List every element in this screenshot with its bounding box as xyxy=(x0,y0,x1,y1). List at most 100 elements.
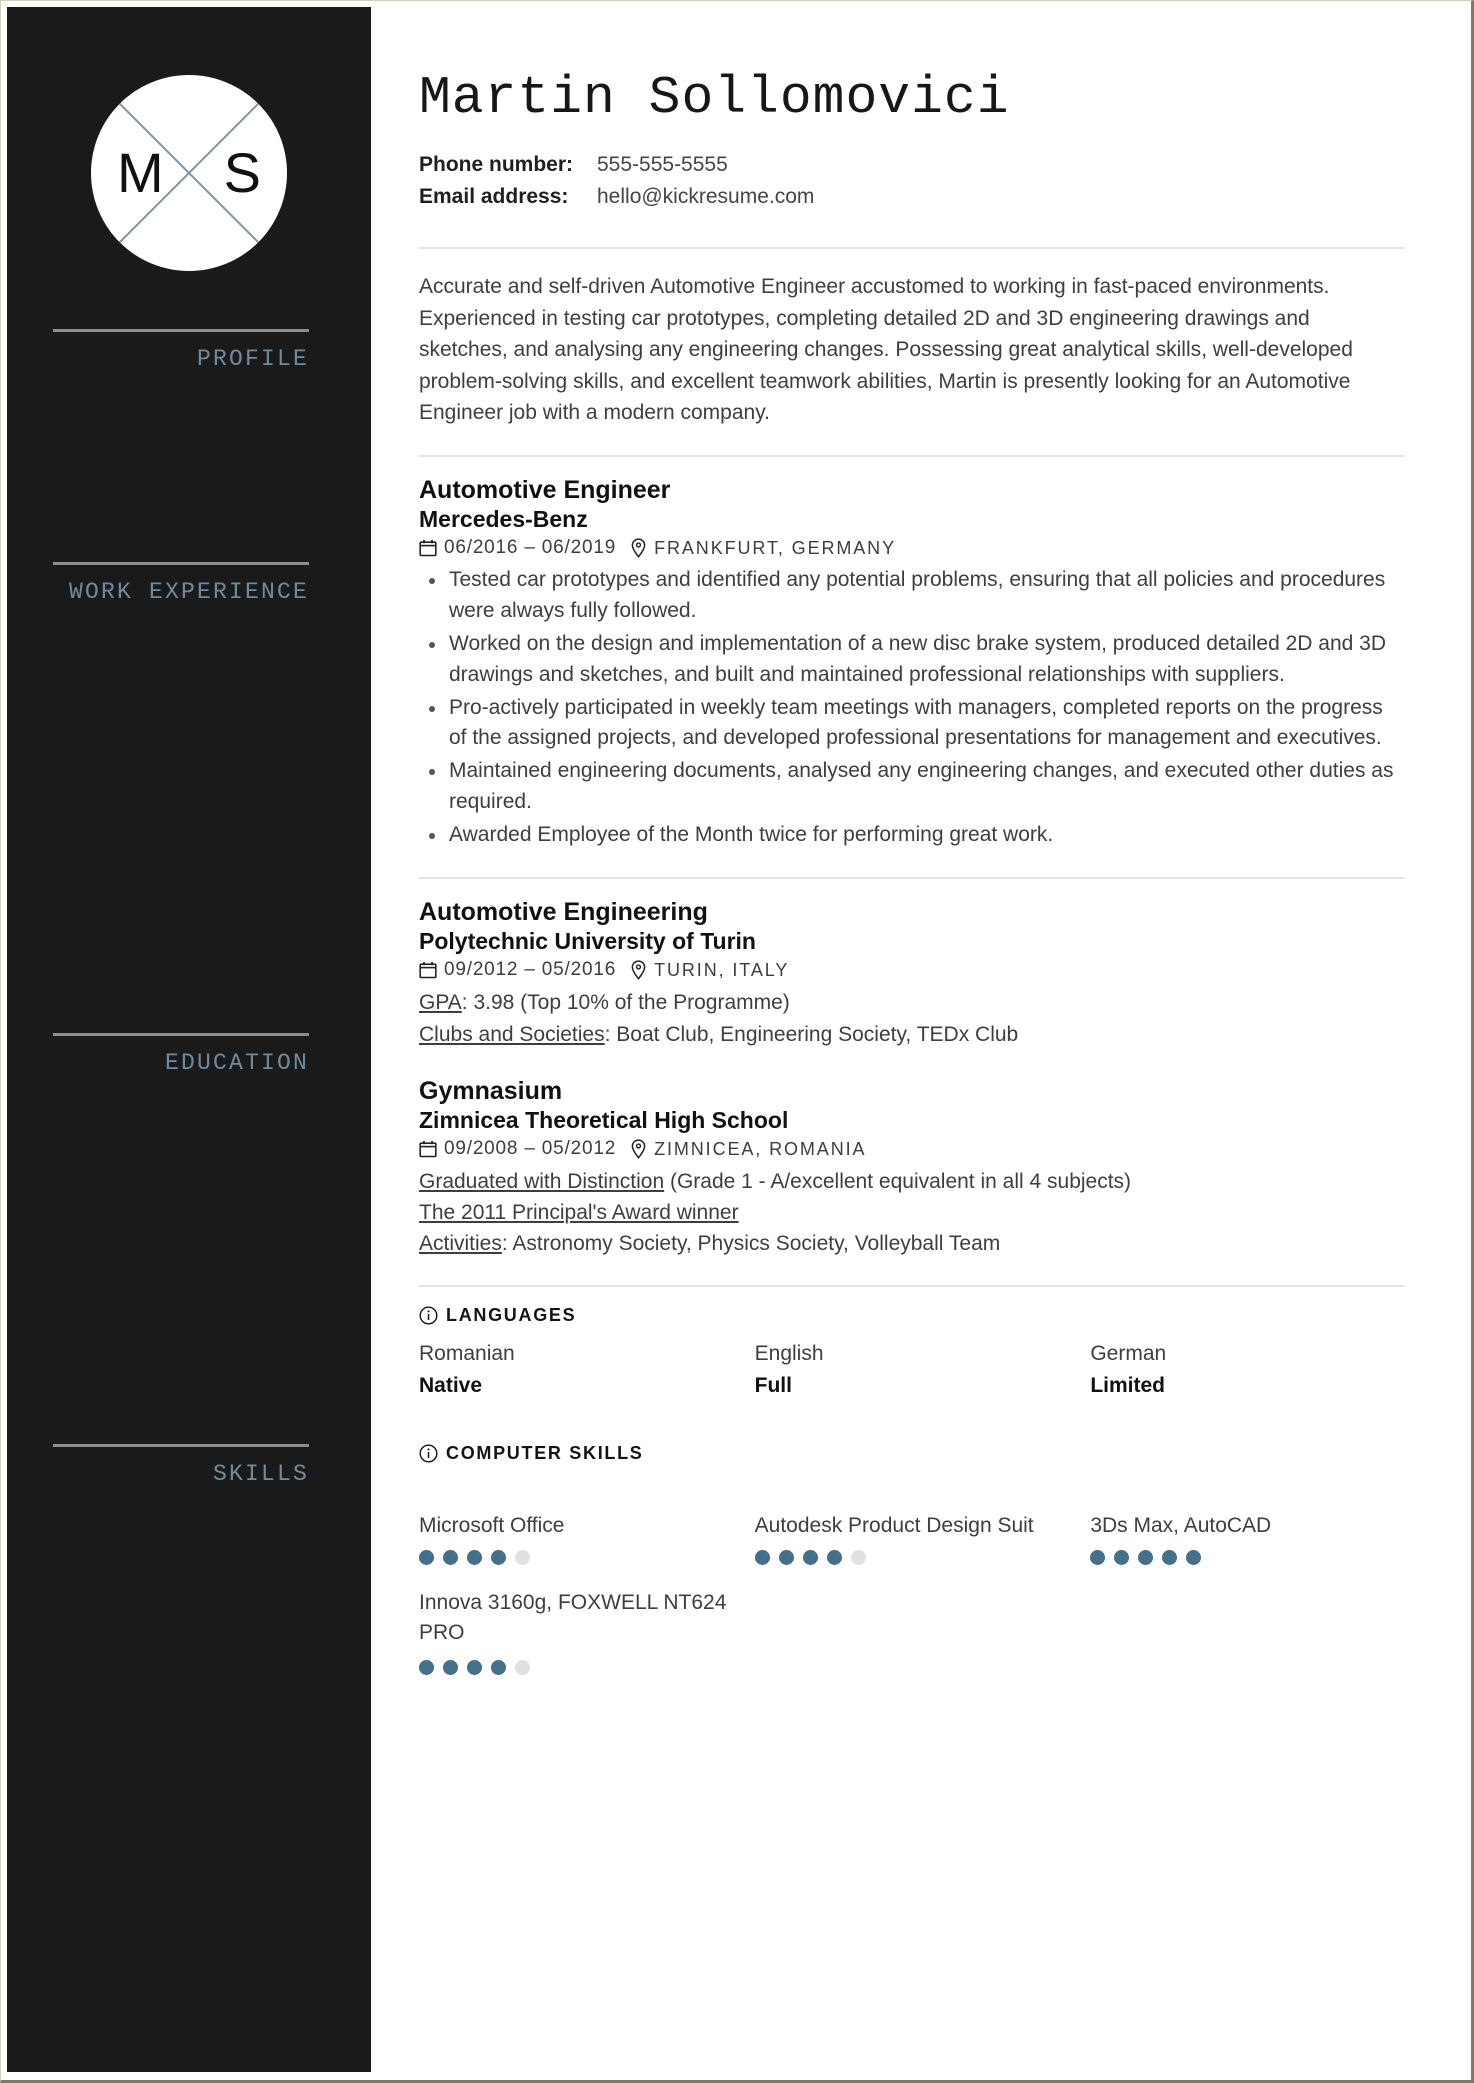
education-meta: 09/2012 – 05/2016 TURIN, ITALY xyxy=(419,959,1404,981)
list-item: Tested car prototypes and identified any… xyxy=(419,565,1404,627)
skill-item: 3Ds Max, AutoCAD xyxy=(1090,1478,1404,1566)
list-item: Awarded Employee of the Month twice for … xyxy=(419,820,1404,851)
education-entry: Automotive Engineering Polytechnic Unive… xyxy=(419,897,1404,1050)
rating-dot xyxy=(515,1549,530,1565)
rating-dot xyxy=(826,1549,842,1565)
sidebar-divider xyxy=(53,1444,309,1447)
degree-title: Automotive Engineering xyxy=(419,897,708,926)
sidebar: M S PROFILE WORK EXPERIENCE EDUCATION SK… xyxy=(7,7,371,2072)
education-detail-label: Graduated with Distinction xyxy=(419,1170,665,1194)
rating-dot xyxy=(467,1549,482,1565)
sidebar-section-work-experience: WORK EXPERIENCE xyxy=(53,562,309,605)
monogram-logo: M S xyxy=(91,75,287,271)
rating-dot xyxy=(850,1549,866,1565)
languages-heading-label: LANGUAGES xyxy=(446,1305,577,1326)
sidebar-section-skills: SKILLS xyxy=(53,1444,309,1487)
section-divider-work xyxy=(419,454,1404,457)
language-item: Romanian Native xyxy=(419,1338,733,1401)
contact-phone: Phone number: 555-555-5555 xyxy=(419,149,1404,181)
contact-phone-value: 555-555-5555 xyxy=(597,153,728,177)
education-detail: The 2011 Principal's Award winner xyxy=(419,1197,1404,1228)
languages-grid: Romanian Native English Full German Limi… xyxy=(419,1338,1404,1401)
education-detail-text: (Grade 1 - A/excellent equivalent in all… xyxy=(669,1170,1132,1194)
monogram-circle: M S xyxy=(91,75,287,271)
rating-dot xyxy=(419,1659,434,1675)
section-divider-profile xyxy=(419,247,1404,250)
rating-dot xyxy=(443,1549,458,1565)
education-location: TURIN, ITALY xyxy=(654,959,790,980)
sidebar-label-profile: PROFILE xyxy=(196,346,309,372)
skill-name: 3Ds Max, AutoCAD xyxy=(1090,1513,1272,1537)
education-meta: 09/2008 – 05/2012 ZIMNICEA, ROMANIA xyxy=(419,1138,1404,1160)
skill-rating xyxy=(754,1548,1069,1566)
monogram-initial-last: S xyxy=(223,141,261,204)
rating-dot xyxy=(1114,1549,1130,1565)
rating-dot xyxy=(467,1659,482,1675)
calendar-icon xyxy=(419,961,437,979)
languages-heading: LANGUAGES xyxy=(419,1305,1404,1326)
language-name: English xyxy=(754,1342,824,1366)
language-name: Romanian xyxy=(419,1342,515,1366)
work-experience-entry: Automotive Engineer Mercedes-Benz 06/201… xyxy=(419,475,1404,851)
page-title: Martin Sollomovici xyxy=(419,68,1010,128)
rating-dot xyxy=(1090,1549,1106,1565)
sidebar-label-education: EDUCATION xyxy=(164,1050,309,1076)
rating-dot xyxy=(1138,1549,1154,1565)
computer-skills-grid-row2: Innova 3160g, FOXWELL NT624 PRO xyxy=(419,1588,1404,1676)
education-detail: GPA: 3.98 (Top 10% of the Programme) xyxy=(419,987,1404,1018)
sidebar-divider xyxy=(53,329,309,332)
calendar-icon xyxy=(419,1140,437,1158)
list-item: Maintained engineering documents, analys… xyxy=(419,756,1404,818)
school-name: Polytechnic University of Turin xyxy=(419,928,756,955)
skill-name: Microsoft Office xyxy=(419,1513,565,1537)
job-responsibilities: Tested car prototypes and identified any… xyxy=(419,565,1404,851)
rating-dot xyxy=(491,1549,506,1565)
education-dates: 09/2008 – 05/2012 xyxy=(444,1138,617,1160)
sidebar-section-education: EDUCATION xyxy=(53,1033,309,1076)
sidebar-label-skills: SKILLS xyxy=(212,1461,309,1487)
computer-skills-heading: COMPUTER SKILLS xyxy=(419,1443,1404,1464)
rating-dot xyxy=(1162,1549,1178,1565)
resume-sheet: M S PROFILE WORK EXPERIENCE EDUCATION SK… xyxy=(7,7,1462,2072)
rating-dot xyxy=(443,1659,458,1675)
skill-name: Autodesk Product Design Suit xyxy=(754,1513,1034,1537)
contact-email-value: hello@kickresume.com xyxy=(597,185,815,209)
rating-dot xyxy=(1186,1549,1202,1565)
skill-item: Autodesk Product Design Suit xyxy=(754,1478,1069,1566)
section-divider-skills xyxy=(419,1285,1404,1288)
skill-rating xyxy=(419,1548,733,1566)
rating-dot xyxy=(515,1659,530,1675)
skill-name: Innova 3160g, FOXWELL NT624 PRO xyxy=(419,1591,727,1645)
degree-title: Gymnasium xyxy=(419,1076,563,1105)
job-dates: 06/2016 – 06/2019 xyxy=(444,537,617,559)
list-item: Pro-actively participated in weekly team… xyxy=(419,693,1404,755)
education-location: ZIMNICEA, ROMANIA xyxy=(654,1138,867,1159)
location-pin-icon xyxy=(630,538,647,559)
language-item: English Full xyxy=(755,1338,1069,1401)
education-detail-label: The 2011 Principal's Award winner xyxy=(419,1201,739,1225)
education-detail-label: Activities xyxy=(419,1232,502,1256)
language-item: German Limited xyxy=(1090,1338,1404,1401)
sidebar-label-work-experience: WORK EXPERIENCE xyxy=(68,579,309,605)
skill-rating xyxy=(419,1658,733,1676)
computer-skills-grid: Microsoft Office Autodesk Product Design… xyxy=(419,1478,1404,1566)
education-detail-sep: : xyxy=(461,991,474,1015)
rating-dot xyxy=(419,1549,434,1565)
computer-skills-heading-label: COMPUTER SKILLS xyxy=(446,1443,644,1464)
company-name: Mercedes-Benz xyxy=(419,506,588,533)
monogram-initial-first: M xyxy=(117,141,164,204)
main-content: Martin Sollomovici Phone number: 555-555-… xyxy=(371,7,1462,2072)
contact-phone-label: Phone number: xyxy=(419,153,574,177)
location-pin-icon xyxy=(630,1139,647,1159)
job-meta: 06/2016 – 06/2019 FRANKFURT, GERMANY xyxy=(419,537,1404,559)
education-detail: Graduated with Distinction (Grade 1 - A/… xyxy=(419,1166,1404,1197)
job-location: FRANKFURT, GERMANY xyxy=(654,537,896,558)
education-detail: Clubs and Societies: Boat Club, Engineer… xyxy=(419,1019,1404,1050)
education-detail-sep: : xyxy=(604,1022,617,1046)
language-level: Full xyxy=(754,1373,792,1397)
location-pin-icon xyxy=(630,960,647,981)
contact-email-label: Email address: xyxy=(419,185,569,209)
education-detail-label: GPA xyxy=(419,991,462,1015)
contact-email: Email address: hello@kickresume.com xyxy=(419,181,1404,213)
education-detail-text: Astronomy Society, Physics Society, Voll… xyxy=(512,1232,1001,1256)
